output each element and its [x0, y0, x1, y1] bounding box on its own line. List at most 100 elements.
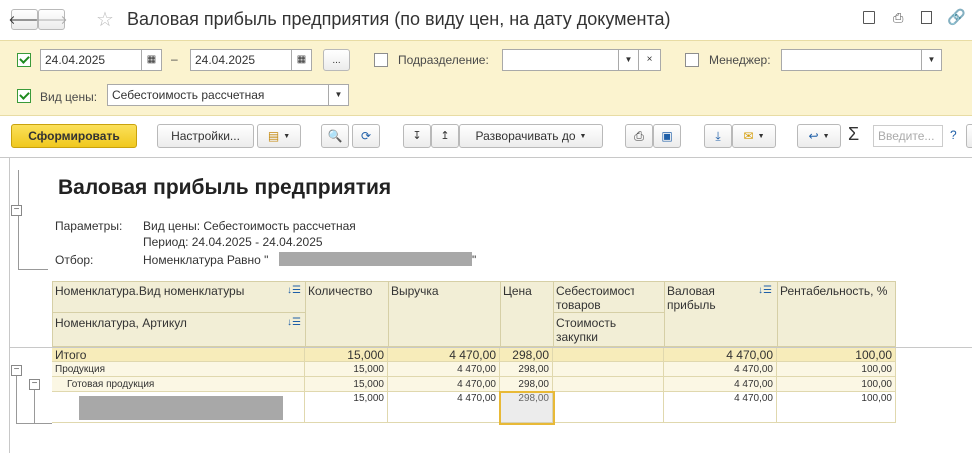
- filter-prefix: Номенклатура Равно ": [143, 253, 269, 267]
- print-preview-button[interactable]: ▣: [653, 124, 681, 148]
- expand-all-button[interactable]: ↥: [431, 124, 459, 148]
- find-next-button[interactable]: ⟳: [352, 124, 380, 148]
- send-mail-button[interactable]: ✉ ▼: [732, 124, 776, 148]
- row-cost-cell[interactable]: [553, 377, 664, 392]
- go-to-button[interactable]: ↩ ▼: [797, 124, 841, 148]
- params-line-2: Период: 24.04.2025 - 24.04.2025: [143, 235, 323, 249]
- row-label-cell[interactable]: Готовая продукция: [52, 377, 305, 392]
- selected-cell-frame[interactable]: [499, 391, 555, 425]
- report-area-border: [0, 157, 972, 158]
- date-from-field[interactable]: 24.04.2025: [40, 49, 142, 71]
- header-margin[interactable]: Рентабельность, %: [780, 284, 892, 298]
- total-margin-cell[interactable]: 100,00: [777, 348, 896, 362]
- calendar-button-to[interactable]: ▦: [292, 49, 312, 71]
- row-qty-cell[interactable]: 15,000: [305, 377, 388, 392]
- row-margin-cell[interactable]: 100,00: [777, 392, 896, 423]
- row-revenue-cell[interactable]: 4 470,00: [388, 377, 500, 392]
- save-file-button[interactable]: ⤓: [704, 124, 732, 148]
- find-button[interactable]: 🔍: [321, 124, 349, 148]
- save-icon[interactable]: [863, 11, 875, 24]
- variant-button[interactable]: ▤ ▼: [257, 124, 301, 148]
- return-arrow-icon: ↩: [808, 129, 819, 143]
- sort-icon[interactable]: ↓☰: [287, 285, 301, 296]
- params-label: Параметры:: [55, 219, 123, 233]
- back-button[interactable]: 🡐: [8, 9, 41, 30]
- price-type-label: Вид цены:: [40, 90, 98, 104]
- header-qty[interactable]: Количество: [308, 284, 388, 298]
- price-type-field[interactable]: Себестоимость рассчетная: [107, 84, 329, 106]
- expand-to-button[interactable]: Разворачивать до ▼: [459, 124, 603, 148]
- help-button[interactable]: ?: [950, 128, 957, 142]
- total-cost-cell[interactable]: [553, 348, 664, 362]
- total-revenue-cell[interactable]: 4 470,00: [388, 348, 500, 362]
- row-margin-cell[interactable]: 100,00: [777, 362, 896, 377]
- price-type-dropdown-button[interactable]: ▼: [329, 84, 349, 106]
- window-title: Валовая прибыль предприятия (по виду цен…: [127, 9, 671, 29]
- header-revenue[interactable]: Выручка: [391, 284, 496, 298]
- row-cost-cell[interactable]: [553, 362, 664, 377]
- chevron-down-icon: ▼: [283, 132, 291, 140]
- header-purchase-cost[interactable]: Стоимость закупки: [556, 316, 634, 344]
- sum-icon[interactable]: Σ: [848, 124, 859, 145]
- row-cost-cell[interactable]: [553, 392, 664, 423]
- calendar-icon: ▦: [146, 54, 157, 65]
- header-group2[interactable]: Номенклатура, Артикул: [55, 316, 285, 330]
- chevron-down-icon: ▼: [757, 132, 765, 140]
- date-to-field[interactable]: 24.04.2025: [190, 49, 292, 71]
- generate-button[interactable]: Сформировать: [11, 124, 137, 148]
- period-checkbox[interactable]: [17, 53, 31, 67]
- division-checkbox[interactable]: [374, 53, 388, 67]
- chevron-down-icon: ▼: [822, 132, 830, 140]
- total-label-cell[interactable]: Итого: [52, 348, 305, 362]
- division-clear-button[interactable]: ×: [639, 49, 661, 71]
- period-more-button[interactable]: ...: [323, 49, 350, 71]
- settings-button[interactable]: Настройки...: [157, 124, 254, 148]
- favorite-star-icon[interactable]: ☆: [96, 7, 114, 32]
- division-dropdown-button[interactable]: ▼: [619, 49, 639, 71]
- sort-desc-icon[interactable]: ↓☰: [758, 285, 772, 296]
- chevron-down-icon: ▼: [927, 55, 936, 64]
- row-collapse-toggle[interactable]: −: [11, 365, 22, 376]
- row-price-cell[interactable]: 298,00: [500, 377, 553, 392]
- header-group1[interactable]: Номенклатура.Вид номенклатуры: [55, 284, 285, 298]
- chevron-down-icon: ▼: [334, 90, 343, 99]
- total-price-cell[interactable]: 298,00: [500, 348, 553, 362]
- row-revenue-cell[interactable]: 4 470,00: [388, 392, 500, 423]
- division-field[interactable]: [502, 49, 619, 71]
- print-icon[interactable]: ⎙: [893, 10, 903, 26]
- manager-checkbox[interactable]: [685, 53, 699, 67]
- col-divider: [500, 281, 501, 347]
- row-divider: [553, 312, 664, 313]
- price-type-checkbox[interactable]: [17, 89, 31, 103]
- total-qty-cell[interactable]: 15,000: [305, 348, 388, 362]
- header-price[interactable]: Цена: [503, 284, 551, 298]
- row-price-cell[interactable]: 298,00: [500, 362, 553, 377]
- filter-value-redacted: [279, 252, 472, 266]
- row-profit-cell[interactable]: 4 470,00: [664, 362, 777, 377]
- link-icon[interactable]: 🔗: [947, 8, 966, 26]
- row-revenue-cell[interactable]: 4 470,00: [388, 362, 500, 377]
- row-profit-cell[interactable]: 4 470,00: [664, 392, 777, 423]
- row-qty-cell[interactable]: 15,000: [305, 362, 388, 377]
- row-label-cell[interactable]: Продукция: [52, 362, 305, 377]
- manager-field[interactable]: [781, 49, 922, 71]
- total-profit-cell[interactable]: 4 470,00: [664, 348, 777, 362]
- print-button[interactable]: ⎙: [625, 124, 653, 148]
- row-margin-cell[interactable]: 100,00: [777, 377, 896, 392]
- manager-dropdown-button[interactable]: ▼: [922, 49, 942, 71]
- calendar-button-from[interactable]: ▦: [142, 49, 162, 71]
- row-qty-cell[interactable]: 15,000: [305, 392, 388, 423]
- header-collapse-toggle[interactable]: −: [11, 205, 22, 216]
- sort-icon[interactable]: ↓☰: [287, 317, 301, 328]
- report-title: Валовая прибыль предприятия: [58, 176, 392, 199]
- quick-search-input[interactable]: Введите...: [873, 125, 943, 147]
- collapse-all-button[interactable]: ↧: [403, 124, 431, 148]
- row-collapse-toggle[interactable]: −: [29, 379, 40, 390]
- preview-icon[interactable]: [921, 11, 932, 24]
- forward-button[interactable]: 🡒: [35, 9, 68, 30]
- row-profit-cell[interactable]: 4 470,00: [664, 377, 777, 392]
- header-gross-profit[interactable]: Валовая прибыль: [667, 284, 737, 312]
- header-cost-goods[interactable]: Себестоимость товаров: [556, 284, 634, 312]
- more-actions-button[interactable]: [966, 124, 972, 148]
- tree-line: [16, 376, 17, 424]
